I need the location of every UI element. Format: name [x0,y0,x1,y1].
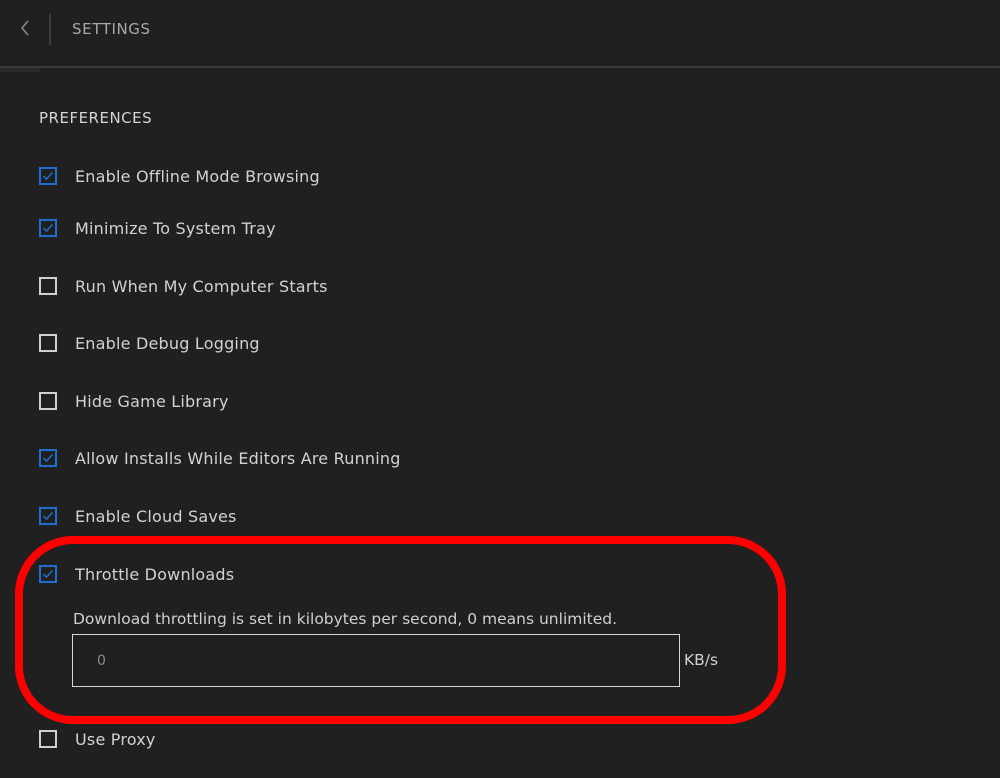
option-run-on-startup[interactable]: Run When My Computer Starts [39,275,328,297]
checkmark-icon [42,223,54,233]
option-label: Enable Debug Logging [75,333,260,353]
option-throttle-downloads[interactable]: Throttle Downloads [39,563,234,585]
header-divider [49,14,51,45]
checkbox-throttle-downloads[interactable] [39,565,57,583]
option-label: Run When My Computer Starts [75,276,328,296]
checkbox-run-on-startup[interactable] [39,277,57,295]
throttle-unit-label: KB/s [684,651,719,669]
header-shadow [0,68,40,72]
option-label: Throttle Downloads [75,564,235,584]
page-title: SETTINGS [72,20,151,38]
option-minimize-to-tray[interactable]: Minimize To System Tray [39,217,276,239]
option-label: Minimize To System Tray [75,218,276,238]
checkmark-icon [42,511,54,521]
option-use-proxy[interactable]: Use Proxy [39,728,156,750]
checkmark-icon [42,171,54,181]
back-button[interactable] [10,14,40,46]
option-label: Allow Installs While Editors Are Running [75,448,401,468]
throttle-kbps-input[interactable] [72,634,680,687]
option-hide-game-library[interactable]: Hide Game Library [39,390,229,412]
checkmark-icon [42,569,54,579]
option-debug-logging[interactable]: Enable Debug Logging [39,332,260,354]
option-cloud-saves[interactable]: Enable Cloud Saves [39,505,237,527]
top-bar: SETTINGS [0,0,1000,68]
checkbox-cloud-saves[interactable] [39,507,57,525]
option-label: Use Proxy [75,729,156,749]
checkbox-debug-logging[interactable] [39,334,57,352]
checkbox-hide-game-library[interactable] [39,392,57,410]
chevron-left-icon [19,19,31,41]
checkbox-allow-installs[interactable] [39,449,57,467]
checkbox-offline-mode[interactable] [39,167,57,185]
section-heading-preferences: PREFERENCES [39,109,153,127]
option-label: Hide Game Library [75,391,229,411]
option-enable-offline-mode[interactable]: Enable Offline Mode Browsing [39,165,320,187]
checkmark-icon [42,453,54,463]
option-label: Enable Offline Mode Browsing [75,166,320,186]
checkbox-minimize-to-tray[interactable] [39,219,57,237]
throttle-description: Download throttling is set in kilobytes … [73,610,618,628]
option-allow-installs[interactable]: Allow Installs While Editors Are Running [39,447,401,469]
option-label: Enable Cloud Saves [75,506,237,526]
checkbox-use-proxy[interactable] [39,730,57,748]
